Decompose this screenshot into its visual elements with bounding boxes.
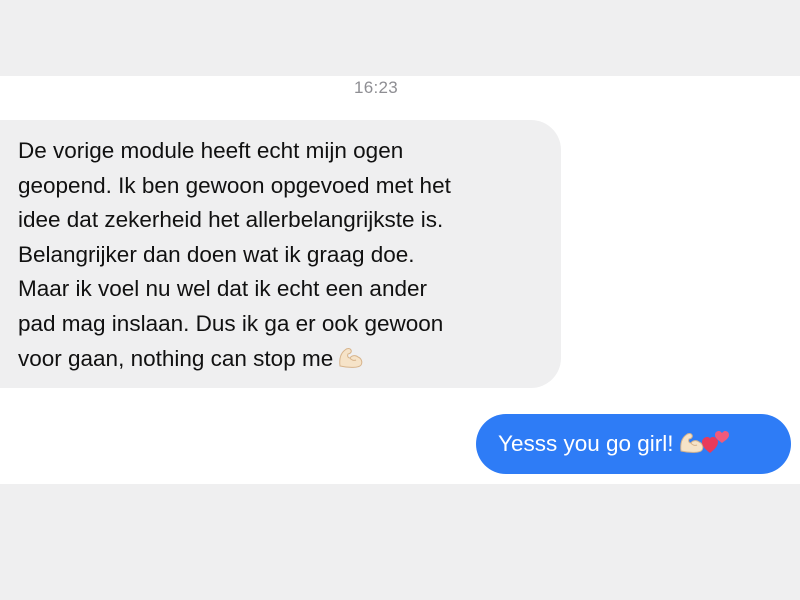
message-line-text: voor gaan, nothing can stop me xyxy=(18,345,334,371)
flexed-biceps-icon xyxy=(337,345,365,380)
incoming-message-bubble[interactable]: De vorige module heeft echt mijn ogen ge… xyxy=(0,120,561,388)
message-line: idee dat zekerheid het allerbelangrijkst… xyxy=(18,207,444,233)
message-line: Maar ik voel nu wel dat ik echt een ande… xyxy=(18,276,427,302)
message-line-last: voor gaan, nothing can stop me xyxy=(18,342,541,380)
message-line: pad mag inslaan. Dus ik ga er ook gewoon xyxy=(18,310,444,336)
message-line: De vorige module heeft echt mijn ogen xyxy=(18,138,404,163)
message-timestamp: 16:23 xyxy=(353,78,399,97)
outgoing-message-bubble[interactable]: Yesss you go girl! xyxy=(476,414,791,474)
two-hearts-icon xyxy=(701,429,730,460)
message-line: Belangrijker dan doen wat ik graag doe. xyxy=(18,241,415,267)
chat-panel: 16:23 De vorige module heeft echt mijn o… xyxy=(0,76,800,484)
outgoing-message-text: Yesss you go girl! xyxy=(498,431,674,456)
message-line: geopend. Ik ben gewoon opgevoed met het xyxy=(18,172,451,198)
